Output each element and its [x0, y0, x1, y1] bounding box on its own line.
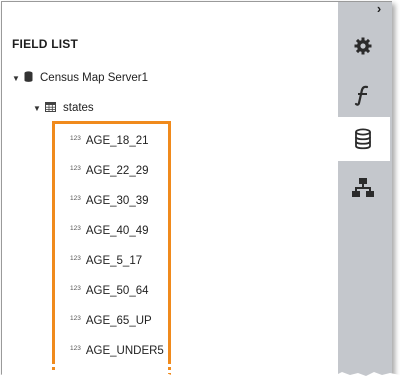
gear-icon [353, 36, 373, 56]
highlight-box: 123 AGE_18_21 123 AGE_22_29 123 AGE_30_3… [52, 121, 171, 383]
number-type-icon: 123 [70, 344, 81, 352]
number-type-icon: 123 [70, 314, 81, 322]
field-label: AGE_30_39 [85, 195, 149, 207]
database-icon [353, 128, 373, 150]
function-icon [353, 84, 373, 106]
list-item[interactable]: 123 AGE_UNDER5 [70, 343, 164, 359]
tab-functions[interactable] [336, 73, 390, 117]
number-type-icon: 123 [70, 134, 81, 142]
list-item[interactable]: 123 AGE_65_UP [70, 313, 152, 329]
list-item[interactable]: 123 AGE_5_17 [70, 253, 142, 269]
list-item[interactable]: 123 AGE_22_29 [70, 163, 149, 179]
tab-settings[interactable] [336, 24, 390, 68]
number-type-icon: 123 [70, 224, 81, 232]
database-icon [24, 71, 33, 85]
tree-node-server[interactable]: ▼ Census Map Server1 [12, 69, 148, 87]
field-label: AGE_UNDER5 [85, 345, 164, 357]
number-type-icon: 123 [70, 284, 81, 292]
list-item[interactable]: 123 AGE_40_49 [70, 223, 149, 239]
list-item[interactable]: 123 AGE_18_21 [70, 133, 149, 149]
list-item[interactable]: 123 AGE_30_39 [70, 193, 149, 209]
server-label: Census Map Server1 [40, 72, 149, 84]
field-label: AGE_5_17 [85, 255, 143, 267]
hierarchy-icon [352, 177, 374, 199]
expand-caret-icon[interactable]: ▼ [12, 74, 24, 83]
field-label: AGE_50_64 [85, 285, 149, 297]
chevron-right-icon[interactable]: › [372, 2, 386, 16]
number-type-icon: 123 [70, 194, 81, 202]
field-label: AGE_65_UP [85, 315, 152, 327]
number-type-icon: 123 [70, 164, 81, 172]
table-label: states [63, 102, 94, 114]
table-grid-icon [45, 101, 56, 115]
tree-node-table[interactable]: ▼ states [33, 99, 94, 117]
expand-caret-icon[interactable]: ▼ [33, 104, 45, 113]
torn-edge [0, 372, 400, 387]
panel-title: FIELD LIST [12, 37, 78, 51]
tab-data[interactable] [336, 117, 390, 161]
number-type-icon: 123 [70, 254, 81, 262]
tab-hierarchy[interactable] [336, 166, 390, 210]
field-label: AGE_18_21 [85, 135, 149, 147]
field-label: AGE_22_29 [85, 165, 149, 177]
field-label: AGE_40_49 [85, 225, 149, 237]
list-item[interactable]: 123 AGE_50_64 [70, 283, 149, 299]
